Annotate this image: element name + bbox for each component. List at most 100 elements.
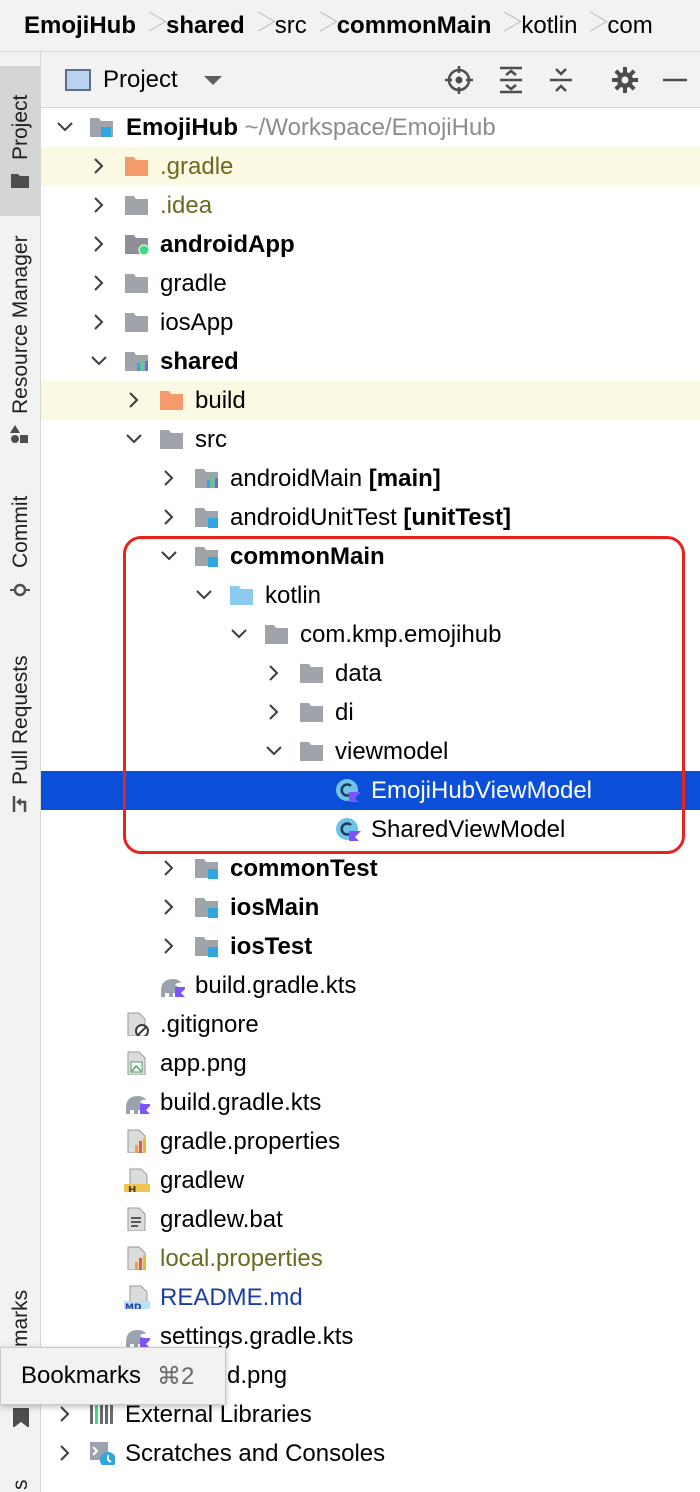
chevron-right-icon[interactable] xyxy=(124,381,144,420)
tree-row-label: commonTest xyxy=(230,855,378,882)
chevron-right-icon[interactable] xyxy=(89,147,109,186)
tree-row-iosmain[interactable]: iosMain xyxy=(41,888,700,927)
tree-row-idea[interactable]: .idea xyxy=(41,186,700,225)
breadcrumb-item-kotlin[interactable]: kotlin xyxy=(521,12,577,40)
package-folder-icon xyxy=(265,625,288,644)
resource-manager-tool-button[interactable]: Resource Manager xyxy=(0,222,40,452)
chevron-right-icon[interactable] xyxy=(55,1434,75,1473)
tree-row-app-png[interactable]: app.png xyxy=(41,1044,700,1083)
expand-all-icon[interactable] xyxy=(497,66,525,94)
chevron-right-icon[interactable] xyxy=(264,693,284,732)
tree-row-sharedviewmodel[interactable]: SharedViewModel xyxy=(41,810,700,849)
module-folder-icon xyxy=(195,898,218,918)
text-file-icon xyxy=(127,1207,146,1231)
chevron-right-icon[interactable] xyxy=(159,849,179,888)
tree-row-build[interactable]: build xyxy=(41,381,700,420)
breadcrumb-item-commonmain[interactable]: commonMain xyxy=(337,12,492,40)
commit-tool-button[interactable]: Commit xyxy=(0,484,40,604)
breadcrumb-item-com[interactable]: com xyxy=(607,12,652,40)
tree-row-label: app.png xyxy=(160,1050,247,1077)
chevron-down-icon[interactable] xyxy=(89,342,109,381)
tree-row-androidmain[interactable]: androidMain [main] xyxy=(41,459,700,498)
minimize-icon[interactable] xyxy=(661,66,689,94)
bottom-tool-button[interactable]: s xyxy=(0,1462,40,1492)
tree-row-local-properties[interactable]: local.properties xyxy=(41,1239,700,1278)
view-selector-label: Project xyxy=(103,66,178,93)
view-selector-dropdown[interactable]: Project xyxy=(65,64,222,96)
tree-row-label: iosApp xyxy=(160,309,234,336)
chevron-right-icon[interactable] xyxy=(89,186,109,225)
tree-row-src[interactable]: src xyxy=(41,420,700,459)
tree-row-label: shared xyxy=(160,348,239,375)
source-root-folder-icon xyxy=(230,586,253,605)
tree-row-viewmodel[interactable]: viewmodel xyxy=(41,732,700,771)
tree-row-label: commonMain xyxy=(230,543,385,570)
tree-row-di[interactable]: di xyxy=(41,693,700,732)
chevron-down-icon[interactable] xyxy=(264,732,284,771)
bottom-strip-label: s xyxy=(9,1479,32,1491)
tree-row-commonmain[interactable]: commonMain xyxy=(41,537,700,576)
bookmarks-tooltip-label: Bookmarks xyxy=(21,1362,142,1389)
chevron-down-icon[interactable] xyxy=(229,615,249,654)
chevron-right-icon[interactable] xyxy=(89,225,109,264)
tree-row-label: README.md xyxy=(160,1284,303,1311)
project-tool-button[interactable]: Project xyxy=(0,66,40,216)
tree-row-scratches[interactable]: Scratches and Consoles xyxy=(41,1434,700,1473)
chevron-right-icon[interactable] xyxy=(159,498,179,537)
chevron-down-icon[interactable] xyxy=(159,537,179,576)
kotlin-class-icon xyxy=(336,818,361,841)
tree-row-gradlew-bat[interactable]: gradlew.bat xyxy=(41,1200,700,1239)
chevron-right-icon[interactable] xyxy=(89,303,109,342)
tree-row-shared-build-gradle[interactable]: build.gradle.kts xyxy=(41,966,700,1005)
chevron-right-icon xyxy=(307,6,337,46)
gear-icon[interactable] xyxy=(611,66,639,94)
chevron-right-icon[interactable] xyxy=(89,264,109,303)
tree-row-label: src xyxy=(195,426,227,453)
collapse-all-icon[interactable] xyxy=(547,66,575,94)
breadcrumb-item-src[interactable]: src xyxy=(275,12,307,40)
breadcrumb-item-shared[interactable]: shared xyxy=(166,12,245,40)
bookmark-icon[interactable] xyxy=(11,1407,31,1427)
folder-icon xyxy=(11,174,29,188)
chevron-right-icon xyxy=(245,6,275,46)
image-file-icon xyxy=(127,1051,146,1075)
resource-manager-label: Resource Manager xyxy=(9,235,32,414)
tree-row-kotlin[interactable]: kotlin xyxy=(41,576,700,615)
excluded-folder-icon xyxy=(125,157,148,176)
breadcrumb-item-emojihub[interactable]: EmojiHub xyxy=(24,12,136,40)
bookmarks-strip-label: marks xyxy=(9,1289,32,1347)
tree-row-iostest[interactable]: iosTest xyxy=(41,927,700,966)
tree-row-readme[interactable]: MD README.md xyxy=(41,1278,700,1317)
tree-row-iosapp[interactable]: iosApp xyxy=(41,303,700,342)
chevron-down-icon[interactable] xyxy=(55,108,75,147)
chevron-right-icon[interactable] xyxy=(159,888,179,927)
chevron-right-icon[interactable] xyxy=(159,459,179,498)
chevron-right-icon[interactable] xyxy=(159,927,179,966)
tree-row-shared[interactable]: shared xyxy=(41,342,700,381)
folder-icon xyxy=(160,430,183,449)
pull-requests-tool-button[interactable]: Pull Requests xyxy=(0,642,40,822)
locate-icon[interactable] xyxy=(445,66,473,94)
tree-row-gradle-cache[interactable]: .gradle xyxy=(41,147,700,186)
tree-row-gitignore[interactable]: .gitignore xyxy=(41,1005,700,1044)
tree-row-label: build xyxy=(195,387,246,414)
tree-row-label: iosMain xyxy=(230,894,320,921)
bookmarks-tool-button[interactable]: marks xyxy=(0,1272,40,1352)
properties-file-icon xyxy=(127,1246,146,1270)
tree-row-commontest[interactable]: commonTest xyxy=(41,849,700,888)
tree-row-root-build-gradle[interactable]: build.gradle.kts xyxy=(41,1083,700,1122)
chevron-down-icon[interactable] xyxy=(194,576,214,615)
tree-row-gradlew[interactable]: H gradlew xyxy=(41,1161,700,1200)
tree-row-emojihub[interactable]: EmojiHub ~/Workspace/EmojiHub xyxy=(41,108,700,147)
tree-row-gradle-properties[interactable]: gradle.properties xyxy=(41,1122,700,1161)
tree-row-data[interactable]: data xyxy=(41,654,700,693)
tree-row-androidapp[interactable]: androidApp xyxy=(41,225,700,264)
tree-row-gradle[interactable]: gradle xyxy=(41,264,700,303)
chevron-right-icon[interactable] xyxy=(264,654,284,693)
commit-icon xyxy=(10,583,30,597)
tree-row-androidunittest[interactable]: androidUnitTest [unitTest] xyxy=(41,498,700,537)
tree-row-emojihubviewmodel[interactable]: EmojiHubViewModel xyxy=(41,771,700,810)
module-folder-icon xyxy=(195,937,218,957)
chevron-down-icon[interactable] xyxy=(124,420,144,459)
tree-row-package-root[interactable]: com.kmp.emojihub xyxy=(41,615,700,654)
